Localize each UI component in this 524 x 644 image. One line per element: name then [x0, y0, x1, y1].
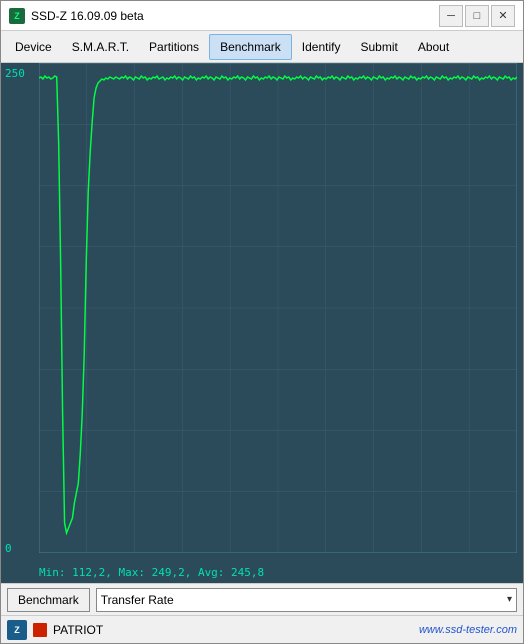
window-title: SSD-Z 16.09.09 beta [31, 9, 439, 23]
menu-item-about[interactable]: About [408, 34, 459, 60]
menu-item-smart[interactable]: S.M.A.R.T. [62, 34, 139, 60]
menu-item-device[interactable]: Device [5, 34, 62, 60]
drive-status-indicator [33, 623, 47, 637]
website-link: www.ssd-tester.com [419, 624, 517, 636]
status-bar: Z PATRIOT www.ssd-tester.com [1, 615, 523, 643]
benchmark-chart [39, 63, 517, 553]
minimize-button[interactable]: ─ [439, 5, 463, 27]
drive-name: PATRIOT [53, 623, 413, 637]
dropdown-value: Transfer Rate [101, 593, 174, 607]
menu-item-benchmark[interactable]: Benchmark [209, 34, 292, 60]
dropdown-arrow-icon: ▾ [507, 594, 512, 605]
y-axis-max: 250 [5, 67, 25, 80]
stats-bar: Min: 112,2, Max: 249,2, Avg: 245,8 [1, 564, 523, 583]
menu-item-identify[interactable]: Identify [292, 34, 351, 60]
menu-item-partitions[interactable]: Partitions [139, 34, 209, 60]
stats-text: Min: 112,2, Max: 249,2, Avg: 245,8 [39, 566, 264, 579]
chart-container: Work in Progress - Results Unreliable 25… [1, 63, 523, 583]
main-window: Z SSD-Z 16.09.09 beta ─ □ ✕ Device S.M.A… [0, 0, 524, 644]
close-button[interactable]: ✕ [491, 5, 515, 27]
transfer-rate-dropdown[interactable]: Transfer Rate ▾ [96, 588, 517, 612]
y-axis-min: 0 [5, 542, 12, 555]
menu-bar: Device S.M.A.R.T. Partitions Benchmark I… [1, 31, 523, 63]
bottom-toolbar: Benchmark Transfer Rate ▾ [1, 583, 523, 615]
benchmark-button[interactable]: Benchmark [7, 588, 90, 612]
status-app-icon: Z [7, 620, 27, 640]
maximize-button[interactable]: □ [465, 5, 489, 27]
window-controls: ─ □ ✕ [439, 5, 515, 27]
app-icon: Z [9, 8, 25, 24]
menu-item-submit[interactable]: Submit [350, 34, 407, 60]
title-bar: Z SSD-Z 16.09.09 beta ─ □ ✕ [1, 1, 523, 31]
